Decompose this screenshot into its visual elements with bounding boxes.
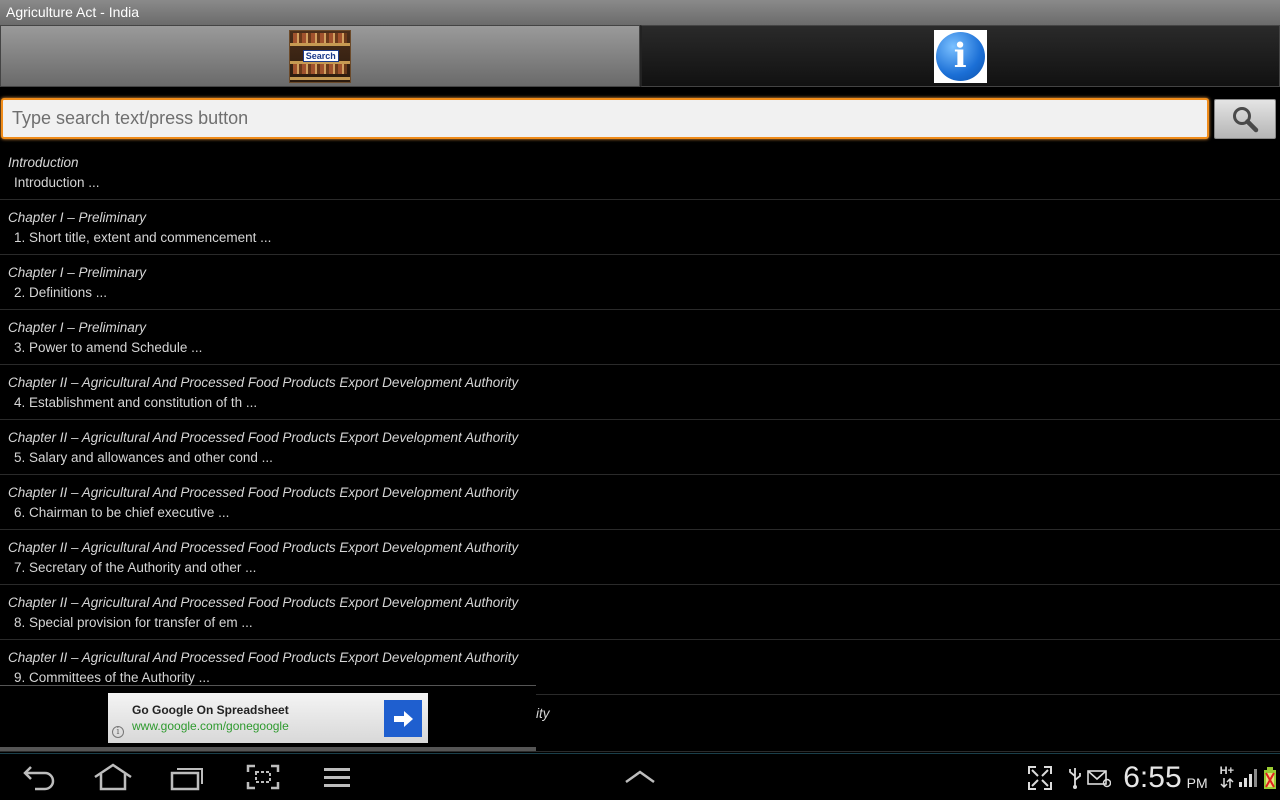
list-item[interactable]: Chapter II – Agricultural And Processed … [0,475,1280,530]
screenshot-button[interactable] [244,762,282,792]
tab-search[interactable]: Search [0,25,640,87]
section-title: 8. Special provision for transfer of em … [14,615,253,630]
arrow-right-icon [394,710,413,727]
chapter-title: Chapter II – Agricultural And Processed … [8,650,519,665]
top-tab-bar: Search i [0,25,1280,87]
network-type-icon: H+ [1220,766,1234,789]
clock-time: 6:55 [1123,760,1182,794]
section-title: 5. Salary and allowances and other cond … [14,450,273,465]
list-item[interactable]: Chapter II – Agricultural And Processed … [0,420,1280,475]
battery-icon [1264,766,1276,789]
clock-ampm: PM [1186,774,1208,791]
info-icon: i [933,29,987,83]
list-item[interactable]: Chapter II – Agricultural And Processed … [0,530,1280,585]
magnifier-icon [1233,107,1259,133]
app-title: Agriculture Act - India [0,0,1280,25]
ad-banner[interactable]: Go Google On Spreadsheet www.google.com/… [108,693,428,743]
fullscreen-icon [1028,765,1053,790]
home-button[interactable] [92,762,134,792]
list-item[interactable]: Chapter II – Agricultural And Processed … [0,365,1280,420]
network-type-label: H+ [1219,765,1234,777]
app-tray-button[interactable] [622,762,658,792]
list-item[interactable]: Chapter I – Preliminary 2. Definitions .… [0,255,1280,310]
section-title: 4. Establishment and constitution of th … [14,395,258,410]
search-row [0,96,1280,142]
ad-title: Go Google On Spreadsheet [132,703,289,717]
system-navigation-bar: 6:55 PM H+ [0,753,1280,800]
chapter-title: Chapter I – Preliminary [8,265,147,280]
ad-info-icon[interactable]: i [112,726,124,738]
menu-icon [324,768,350,787]
tab-info[interactable]: i [639,25,1280,87]
section-title: 3. Power to amend Schedule ... [14,340,203,355]
status-area[interactable]: 6:55 PM H+ [1027,754,1280,800]
ad-arrow-button[interactable] [384,700,422,737]
chapter-title: Chapter II – Agricultural And Processed … [8,540,519,555]
section-title: Introduction ... [14,175,100,190]
list-item[interactable]: Chapter II – Agricultural And Processed … [0,585,1280,640]
email-icon [1087,769,1112,787]
info-glyph: i [935,31,985,81]
home-icon [94,763,132,791]
chapter-title: Chapter II – Agricultural And Processed … [8,595,519,610]
chapter-title: Chapter I – Preliminary [8,320,147,335]
search-button[interactable] [1214,99,1276,139]
chapter-title-tail: ity [536,706,550,721]
list-item[interactable]: Chapter I – Preliminary 1. Short title, … [0,200,1280,255]
ad-banner-container: Go Google On Spreadsheet www.google.com/… [0,685,536,751]
section-title: 6. Chairman to be chief executive ... [14,505,230,520]
list-item[interactable]: Chapter I – Preliminary 3. Power to amen… [0,310,1280,365]
search-books-icon: Search [288,29,351,83]
chapter-title: Introduction [8,155,79,170]
chapter-title: Chapter I – Preliminary [8,210,147,225]
recent-apps-button[interactable] [168,762,206,792]
chapter-title: Chapter II – Agricultural And Processed … [8,430,519,445]
usb-icon [1069,767,1082,789]
list-item[interactable]: Introduction Introduction ... [0,145,1280,200]
search-input[interactable] [1,98,1209,139]
signal-icon [1239,768,1257,787]
ad-url: www.google.com/gonegoogle [132,719,289,733]
sections-list: Introduction Introduction ... Chapter I … [0,145,1280,695]
app-window: Agriculture Act - India Search i Type se… [0,0,1280,800]
section-title: 7. Secretary of the Authority and other … [14,560,257,575]
recent-apps-icon [170,768,203,791]
chevron-up-icon [625,770,655,784]
tab-search-label: Search [302,49,339,62]
screenshot-icon [246,764,280,790]
section-title: 1. Short title, extent and commencement … [14,230,272,245]
section-title: 9. Committees of the Authority ... [14,670,210,685]
chapter-title: Chapter II – Agricultural And Processed … [8,375,519,390]
section-title: 2. Definitions ... [14,285,108,300]
chapter-title: Chapter II – Agricultural And Processed … [8,485,519,500]
menu-button[interactable] [320,762,354,792]
back-button[interactable] [20,762,58,792]
back-icon [23,766,55,791]
